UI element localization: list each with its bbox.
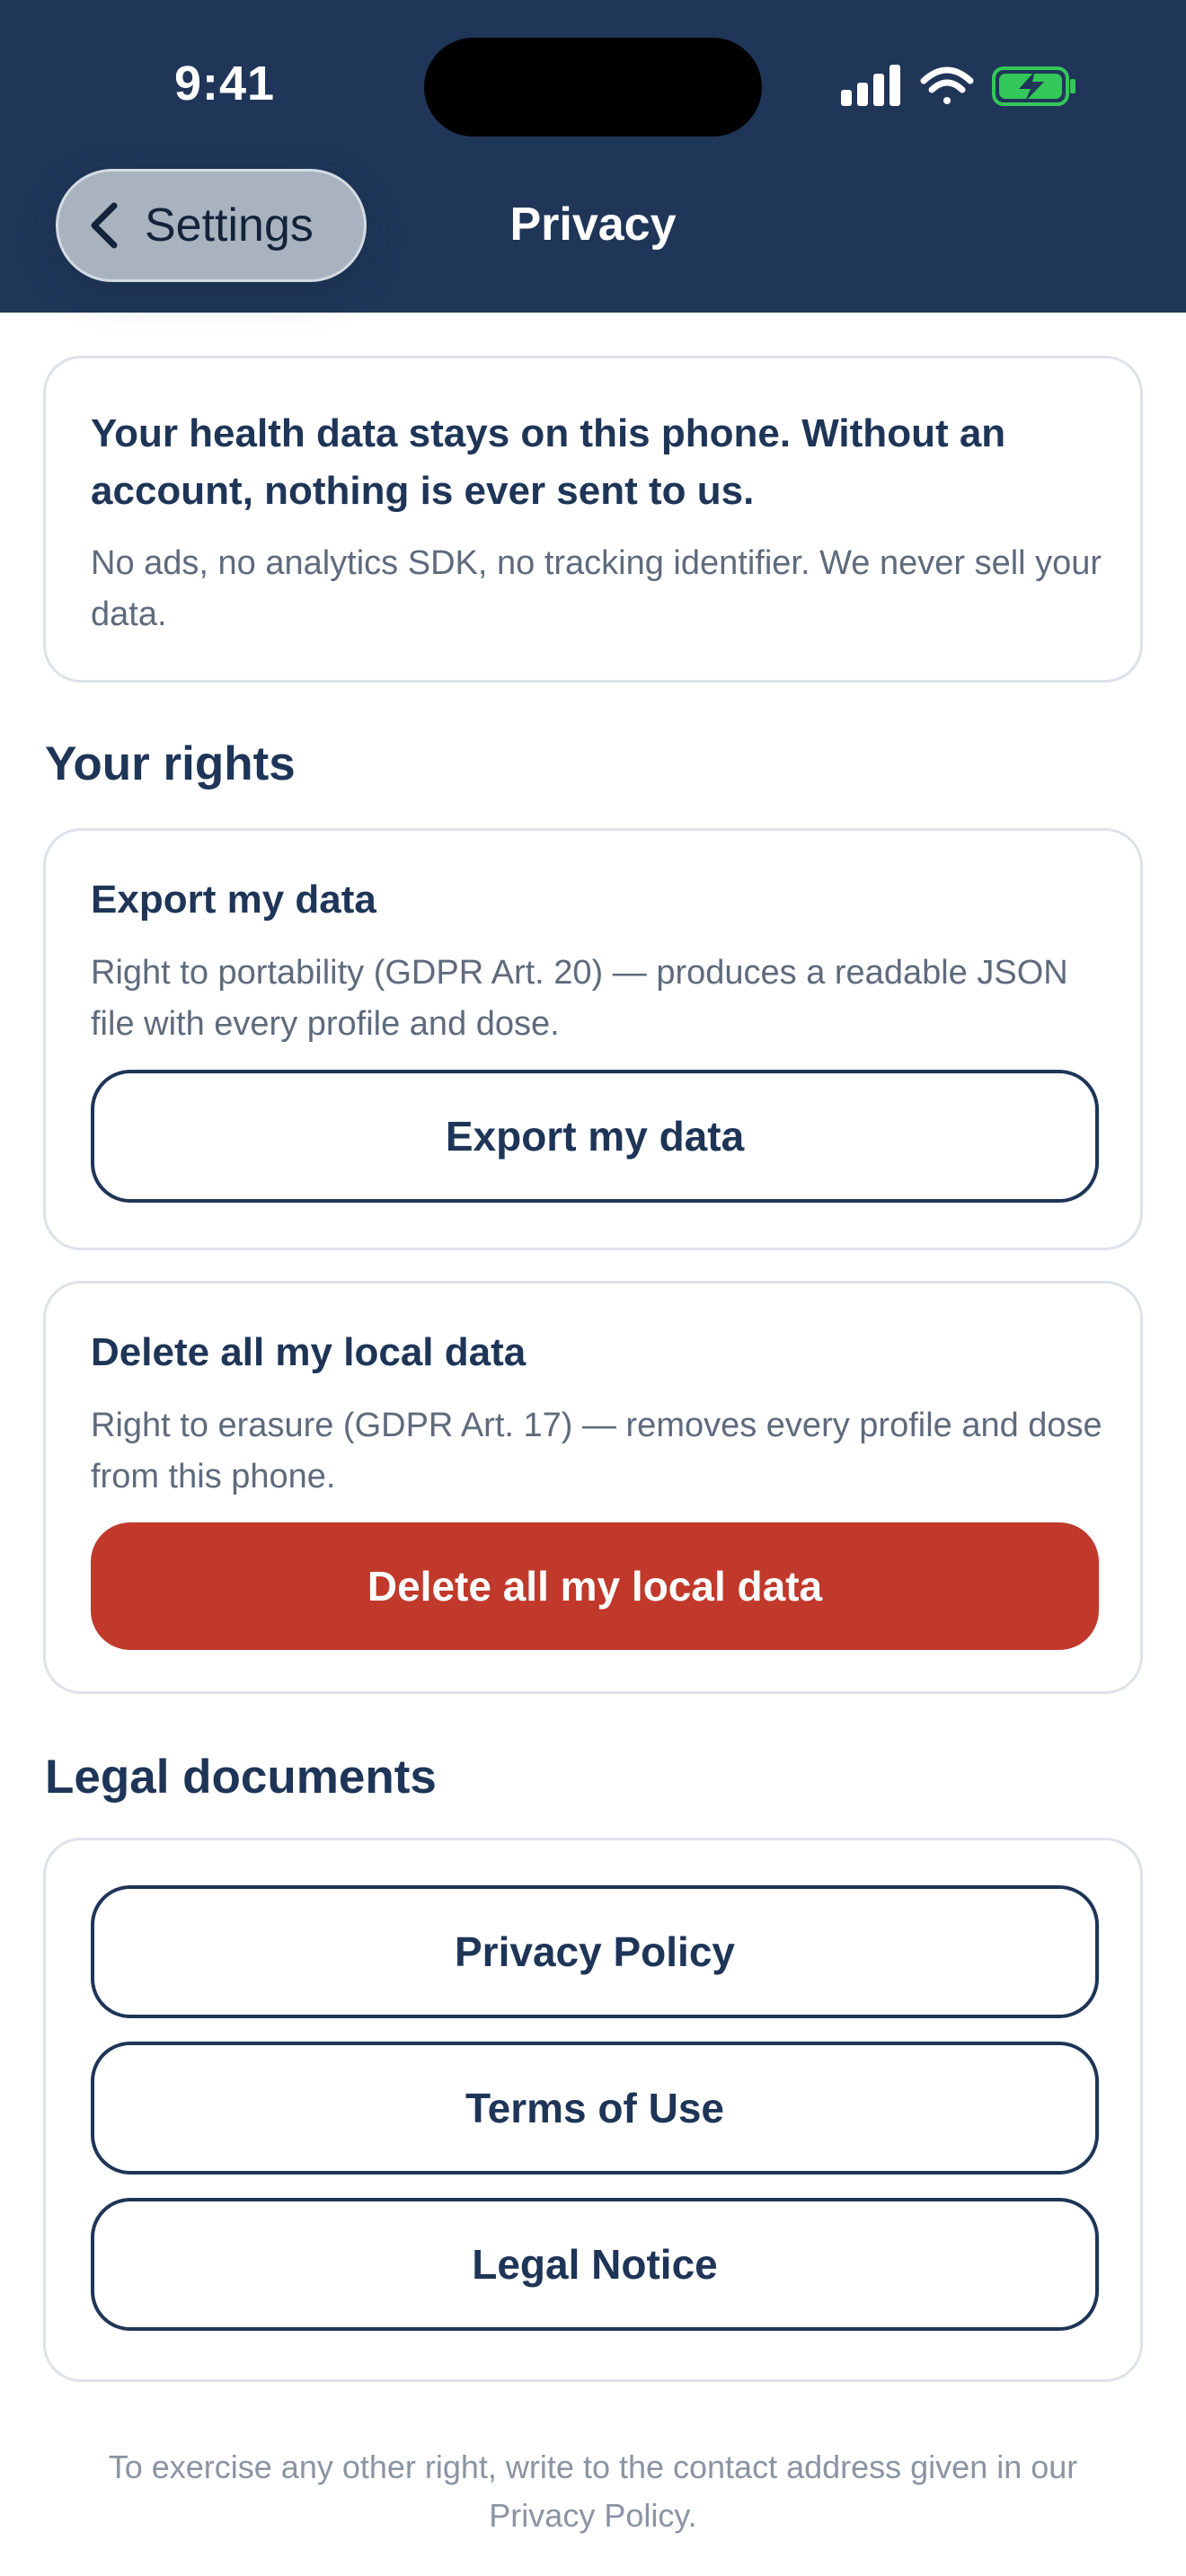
cellular-signal-icon — [841, 65, 900, 106]
navigation-header: 9:41 Settings Privacy — [0, 0, 1186, 313]
delete-data-title: Delete all my local data — [91, 1330, 527, 1374]
status-time: 9:41 — [173, 57, 276, 110]
back-button[interactable]: Settings — [56, 169, 367, 282]
page-title: Privacy — [509, 198, 677, 251]
legal-documents-card: Privacy Policy Terms of Use Legal Notice — [43, 1838, 1143, 2382]
privacy-summary-card: Your health data stays on this phone. Wi… — [43, 356, 1143, 683]
status-icons — [841, 65, 1075, 106]
chevron-left-icon — [91, 202, 118, 249]
wifi-icon — [920, 66, 974, 104]
terms-of-use-button[interactable]: Terms of Use — [91, 2042, 1099, 2175]
delete-data-button[interactable]: Delete all my local data — [91, 1522, 1099, 1650]
footer-note: To exercise any other right, write to th… — [108, 2448, 1078, 2534]
export-data-title: Export my data — [91, 878, 376, 922]
export-data-description: Right to portability (GDPR Art. 20) — pr… — [91, 954, 1068, 1043]
battery-charging-icon — [992, 66, 1075, 106]
dynamic-island — [424, 38, 762, 137]
delete-data-card: Delete all my local data Right to erasur… — [43, 1281, 1143, 1694]
privacy-policy-button[interactable]: Privacy Policy — [91, 1885, 1099, 2018]
section-heading-legal-documents: Legal documents — [45, 1751, 437, 1804]
delete-data-description: Right to erasure (GDPR Art. 17) — remove… — [91, 1407, 1102, 1495]
privacy-summary-body: No ads, no analytics SDK, no tracking id… — [91, 544, 1102, 633]
privacy-summary-title: Your health data stays on this phone. Wi… — [91, 411, 1006, 513]
section-heading-your-rights: Your rights — [45, 737, 296, 790]
legal-notice-button[interactable]: Legal Notice — [91, 2198, 1099, 2331]
back-button-label: Settings — [145, 199, 314, 251]
export-data-card: Export my data Right to portability (GDP… — [43, 828, 1143, 1250]
export-data-button[interactable]: Export my data — [91, 1070, 1099, 1203]
